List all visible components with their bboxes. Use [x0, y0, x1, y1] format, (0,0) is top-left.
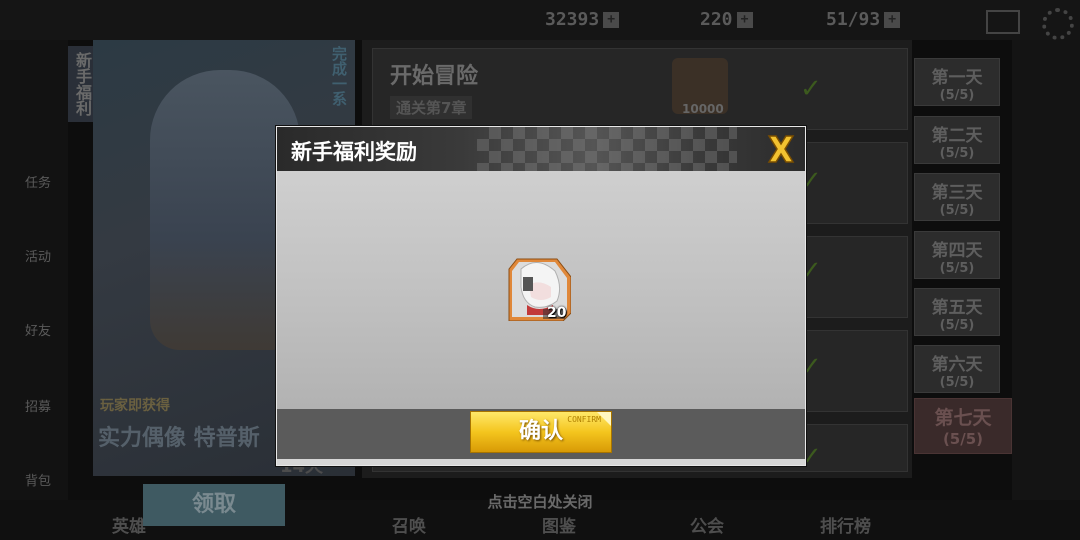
- day-label: 第四天: [931, 241, 983, 261]
- top-bar: [0, 0, 1080, 40]
- day-label: 第一天: [931, 68, 983, 88]
- day-3-tab[interactable]: 第三天 (5/5): [914, 173, 1000, 221]
- task-subtitle: 通关第7章: [390, 96, 473, 119]
- left-label-4[interactable]: 招募: [8, 396, 68, 415]
- confirm-button[interactable]: CONFIRM 确认: [470, 411, 612, 453]
- close-hint[interactable]: 点击空白处关闭: [0, 491, 1080, 512]
- day-label: 第三天: [931, 183, 983, 203]
- newbie-benefit-tab[interactable]: 新手福利: [68, 46, 96, 122]
- dialog-footer-edge: [277, 459, 805, 465]
- day-progress: (5/5): [939, 375, 975, 390]
- add-stamina-button[interactable]: +: [884, 12, 901, 28]
- diamond-counter: 220 +: [700, 9, 753, 30]
- left-label-3[interactable]: 好友: [8, 320, 68, 339]
- day-1-tab[interactable]: 第一天 (5/5): [914, 58, 1000, 106]
- stamina-value: 51/93: [826, 9, 881, 30]
- banner-complete-label: 完成一系: [330, 46, 348, 106]
- nav-guild[interactable]: 公会: [690, 512, 724, 537]
- right-sidebar: [1012, 40, 1080, 540]
- left-sidebar: [0, 40, 68, 540]
- add-diamond-button[interactable]: +: [736, 12, 753, 28]
- left-label-2[interactable]: 活动: [8, 246, 68, 265]
- day-label: 第七天: [934, 407, 992, 429]
- day-progress: (5/5): [939, 203, 975, 218]
- day-label: 第六天: [931, 355, 983, 375]
- diamond-value: 220: [700, 9, 733, 30]
- banner-promo-line2: 实力偶像 特普斯: [98, 426, 260, 451]
- day-progress: (5/5): [939, 261, 975, 276]
- close-icon[interactable]: [763, 131, 799, 167]
- mail-icon[interactable]: [986, 10, 1020, 34]
- dialog-title: 新手福利奖励: [291, 140, 417, 164]
- task-title: 开始冒险: [390, 64, 479, 89]
- day-6-tab[interactable]: 第六天 (5/5): [914, 345, 1000, 393]
- day-label: 第二天: [931, 126, 983, 146]
- confirm-label: 确认: [518, 419, 563, 444]
- gold-value: 32393: [545, 9, 600, 30]
- day-progress: (5/5): [939, 146, 975, 161]
- day-progress: (5/5): [942, 430, 984, 448]
- day-5-tab[interactable]: 第五天 (5/5): [914, 288, 1000, 336]
- nav-heroes[interactable]: 英雄: [112, 512, 146, 537]
- coin-reward-amount: 10000: [682, 102, 724, 116]
- reward-dialog: 新手福利奖励 20 CONFIRM 确认: [276, 126, 806, 466]
- banner-promo-line1: 玩家即获得: [100, 398, 170, 414]
- add-gold-button[interactable]: +: [603, 12, 620, 28]
- day-7-tab[interactable]: 第七天 (5/5): [914, 398, 1012, 454]
- day-label: 第五天: [931, 298, 983, 318]
- gear-icon[interactable]: [1042, 8, 1074, 40]
- day-progress: (5/5): [939, 318, 975, 333]
- nav-summon[interactable]: 召唤: [392, 512, 426, 537]
- day-progress: (5/5): [939, 88, 975, 103]
- nav-codex[interactable]: 图鉴: [542, 512, 576, 537]
- stamina-counter: 51/93 +: [826, 9, 901, 30]
- day-2-tab[interactable]: 第二天 (5/5): [914, 116, 1000, 164]
- gold-counter: 32393 +: [545, 9, 620, 30]
- day-4-tab[interactable]: 第四天 (5/5): [914, 231, 1000, 279]
- reward-item-count: 20: [547, 305, 567, 321]
- check-icon: ✓: [800, 74, 822, 104]
- left-label-5[interactable]: 背包: [8, 470, 68, 489]
- left-label-1[interactable]: 任务: [8, 172, 68, 191]
- header-pattern: [477, 127, 737, 171]
- nav-ranking[interactable]: 排行榜: [820, 512, 871, 537]
